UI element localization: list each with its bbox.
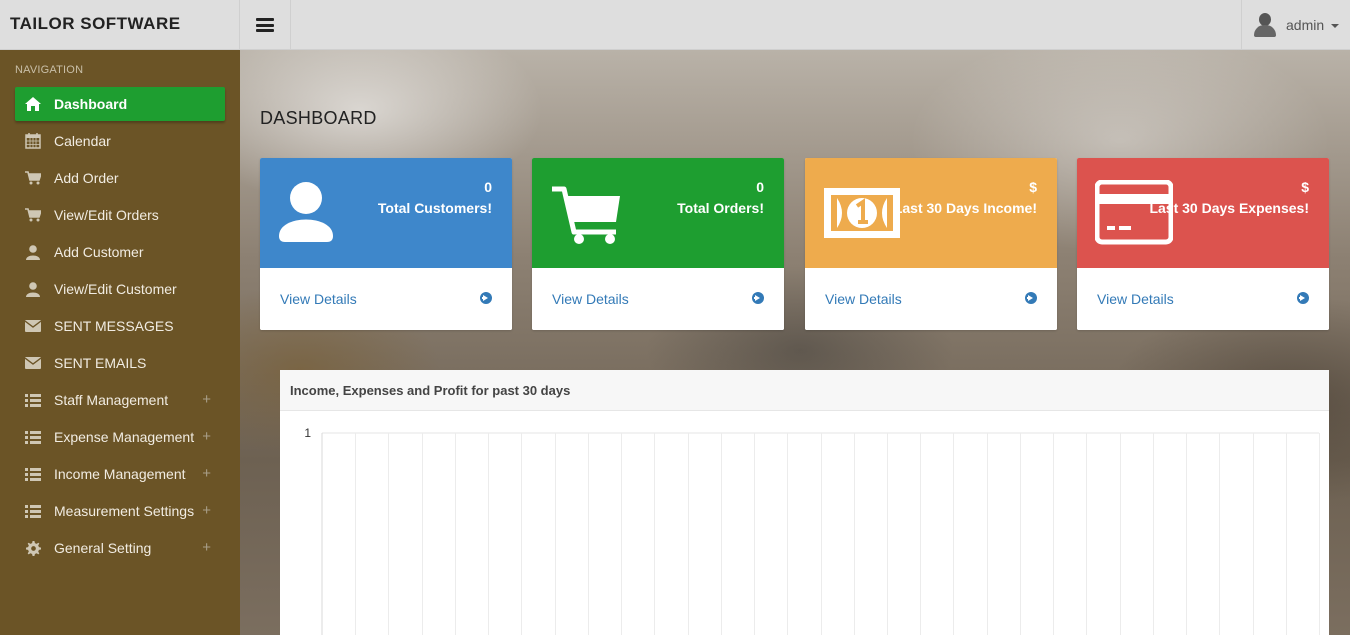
sidebar-section-label: NAVIGATION [15,64,84,76]
sidebar-item-sent-messages[interactable]: SENT MESSAGES [15,309,225,343]
sidebar-item-dashboard[interactable]: Dashboard [15,87,225,121]
expand-icon[interactable]: + [202,539,211,556]
user-icon [24,281,42,297]
view-details-link[interactable]: View Details [1077,268,1329,330]
card-header: 0 Total Customers! [260,158,512,268]
card-label: Total Customers! [377,200,492,216]
card-value: 0 [756,179,764,195]
envelope-icon [24,318,42,334]
view-details-label: View Details [825,291,902,307]
expand-icon[interactable]: + [202,465,211,482]
user-name: admin [1286,17,1325,33]
stat-card-expenses: $ Last 30 Days Expenses! View Details [1077,158,1329,330]
list-icon [24,503,42,519]
sidebar-item-label: Dashboard [54,96,128,112]
view-details-label: View Details [552,291,629,307]
stat-card-income: $ Last 30 Days Income! View Details [805,158,1057,330]
income-expenses-chart: 1 [304,426,1320,635]
sidebar-item-label: Expense Management [54,429,195,445]
card-value: $ [1029,179,1037,195]
brand-title[interactable]: TAILOR SOFTWARE [0,0,240,50]
sidebar-item-label: Income Management [54,466,186,482]
arrow-circle-right-icon [480,292,492,304]
sidebar-item-label: SENT EMAILS [54,355,147,371]
expand-icon[interactable]: + [202,391,211,408]
cart-icon [24,170,42,186]
main-content: DASHBOARD 0 Total Customers! View Detail… [240,50,1350,635]
gear-icon [24,540,42,556]
sidebar-item-general-setting[interactable]: General Setting + [15,531,225,565]
sidebar-item-measurement-settings[interactable]: Measurement Settings + [15,494,225,528]
chart-panel: Income, Expenses and Profit for past 30 … [280,370,1329,635]
home-icon [24,96,42,112]
card-header: 0 Total Orders! [532,158,784,268]
chart-area: 1 [280,412,1329,635]
top-navbar: TAILOR SOFTWARE admin [0,0,1350,50]
sidebar-item-expense-management[interactable]: Expense Management + [15,420,225,454]
sidebar-item-label: Staff Management [54,392,169,408]
sidebar-item-income-management[interactable]: Income Management + [15,457,225,491]
sidebar-item-calendar[interactable]: Calendar [15,124,225,158]
list-icon [24,466,42,482]
sidebar-item-sent-emails[interactable]: SENT EMAILS [15,346,225,380]
sidebar-item-label: Add Customer [54,244,144,260]
expand-icon[interactable]: + [202,502,211,519]
sidebar-item-label: SENT MESSAGES [54,318,174,334]
list-icon [24,392,42,408]
sidebar-item-staff-management[interactable]: Staff Management + [15,383,225,417]
card-header: $ Last 30 Days Income! [805,158,1057,268]
calendar-icon [24,133,42,149]
panel-header: Income, Expenses and Profit for past 30 … [280,370,1329,411]
arrow-circle-right-icon [1025,292,1037,304]
envelope-icon [24,355,42,371]
view-details-link[interactable]: View Details [805,268,1057,330]
view-details-link[interactable]: View Details [260,268,512,330]
sidebar-item-label: Calendar [54,133,111,149]
arrow-circle-right-icon [752,292,764,304]
arrow-circle-right-icon [1297,292,1309,304]
user-menu[interactable]: admin [1241,0,1350,50]
card-value: 0 [484,179,492,195]
sidebar: NAVIGATION Dashboard Calendar Add Order … [0,50,240,635]
card-label: Last 30 Days Income! [893,200,1037,216]
cart-icon [24,207,42,223]
card-label: Last 30 Days Expenses! [1149,200,1309,216]
stat-card-orders: 0 Total Orders! View Details [532,158,784,330]
view-details-label: View Details [1097,291,1174,307]
sidebar-item-label: Measurement Settings [54,503,195,519]
expand-icon[interactable]: + [202,428,211,445]
sidebar-toggle-button[interactable] [240,0,291,50]
sidebar-item-label: General Setting [54,540,152,556]
chevron-down-icon [1331,24,1340,28]
y-tick-label: 1 [304,426,311,440]
list-icon [24,429,42,445]
view-details-label: View Details [280,291,357,307]
sidebar-item-add-customer[interactable]: Add Customer [15,235,225,269]
stat-card-customers: 0 Total Customers! View Details [260,158,512,330]
sidebar-item-label: View/Edit Orders [54,207,159,223]
card-header: $ Last 30 Days Expenses! [1077,158,1329,268]
user-icon [24,244,42,260]
sidebar-item-label: View/Edit Customer [54,281,177,297]
money-icon [823,180,901,246]
panel-title: Income, Expenses and Profit for past 30 … [290,383,571,398]
sidebar-item-add-order[interactable]: Add Order [15,161,225,195]
card-label: Total Orders! [677,200,764,216]
avatar [1254,13,1276,37]
sidebar-item-label: Add Order [54,170,119,186]
card-value: $ [1301,179,1309,195]
user-icon [278,180,356,246]
sidebar-item-view-edit-customer[interactable]: View/Edit Customer [15,272,225,306]
view-details-link[interactable]: View Details [532,268,784,330]
hamburger-icon [256,18,274,32]
sidebar-item-view-edit-orders[interactable]: View/Edit Orders [15,198,225,232]
cart-icon [550,180,628,246]
page-title: DASHBOARD [260,108,377,128]
